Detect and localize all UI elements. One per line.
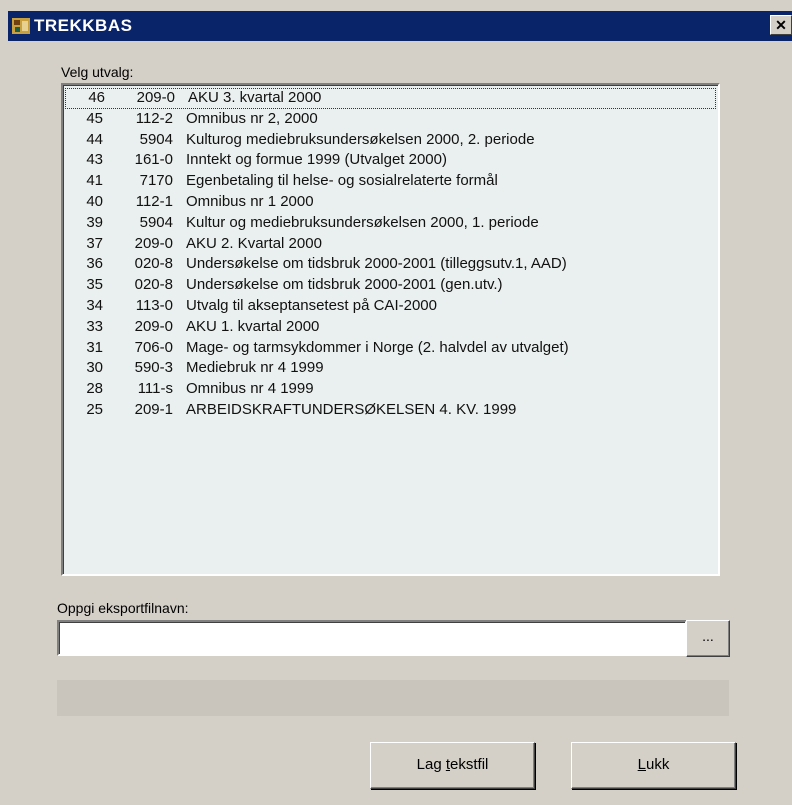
- list-item-desc: AKU 1. kvartal 2000: [186, 317, 320, 335]
- list-item-num: 34: [86, 296, 103, 314]
- list-item-desc: Omnibus nr 4 1999: [186, 380, 314, 398]
- list-item-desc: Inntekt og formue 1999 (Utvalget 2000): [186, 151, 447, 169]
- list-item[interactable]: 36 020-8 Undersøkelse om tidsbruk 2000-200…: [63, 254, 718, 275]
- list-item-desc: Mage- og tarmsykdommer i Norge (2. halvd…: [186, 338, 569, 356]
- list-item-desc: Utvalg til akseptansetest på CAI-2000: [186, 296, 437, 314]
- list-item[interactable]: 28 111-s Omnibus nr 4 1999: [63, 379, 718, 400]
- list-item[interactable]: 39 5904 Kultur og mediebruksundersøkelsen …: [63, 213, 718, 234]
- list-item-code: 161-0: [134, 151, 173, 169]
- list-item-num: 28: [86, 380, 103, 398]
- list-item-desc: Omnibus nr 2, 2000: [186, 109, 318, 127]
- export-label: Oppgi eksportfilnavn:: [57, 600, 189, 616]
- list-item[interactable]: 45 112-2 Omnibus nr 2, 2000: [63, 109, 718, 130]
- list-item[interactable]: 44 5904 Kulturog mediebruksundersøkelsen 2…: [63, 130, 718, 151]
- list-item-num: 36: [86, 255, 103, 273]
- list-item[interactable]: 46 209-0 AKU 3. kvartal 2000: [65, 88, 716, 109]
- list-item-code: 113-0: [135, 296, 173, 314]
- list-item-num: 45: [86, 109, 103, 127]
- list-item[interactable]: 33 209-0 AKU 1. kvartal 2000: [63, 317, 718, 338]
- close-button-label: Lukk: [637, 756, 670, 773]
- list-item-code: 020-8: [134, 276, 173, 294]
- list-item-code: 112-2: [135, 109, 173, 127]
- list-label: Velg utvalg:: [61, 64, 134, 80]
- list-item[interactable]: 34 113-0 Utvalg til akseptansetest på CAI-…: [63, 296, 718, 317]
- list-item[interactable]: 35 020-8 Undersøkelse om tidsbruk 2000-200…: [63, 275, 718, 296]
- list-items: 46 209-0 AKU 3. kvartal 2000 45 112-2 Omnibus…: [63, 85, 718, 421]
- list-item-num: 35: [86, 276, 103, 294]
- list-item-desc: Egenbetaling til helse- og sosialrelater…: [186, 172, 498, 190]
- list-item[interactable]: 31 706-0 Mage- og tarmsykdommer i Norge (2…: [63, 338, 718, 359]
- list-item-code: 209-0: [136, 89, 175, 106]
- list-item-code: 112-1: [135, 192, 173, 210]
- list-item-code: 7170: [139, 172, 173, 190]
- make-text-file-button[interactable]: Lag tekstfil: [370, 742, 535, 789]
- browse-button[interactable]: ...: [686, 620, 730, 657]
- list-item-desc: Undersøkelse om tidsbruk 2000-2001 (till…: [186, 255, 567, 273]
- make-text-file-label: Lag tekstfil: [416, 756, 489, 773]
- list-item-desc: AKU 3. kvartal 2000: [188, 89, 322, 106]
- list-item-code: 209-1: [134, 400, 173, 418]
- close-button[interactable]: Lukk: [571, 742, 736, 789]
- list-item-desc: Kulturog mediebruksundersøkelsen 2000, 2…: [186, 130, 535, 148]
- list-item[interactable]: 40 112-1 Omnibus nr 1 2000: [63, 192, 718, 213]
- trekkbas-window: TREKKBAS ✕ Velg utvalg: 46 209-0 AKU 3. kv…: [0, 0, 792, 805]
- window-title: TREKKBAS: [34, 16, 133, 35]
- list-item[interactable]: 30 590-3 Mediebruk nr 4 1999: [63, 358, 718, 379]
- app-icon: [12, 18, 30, 34]
- title-bar[interactable]: TREKKBAS ✕: [8, 11, 792, 41]
- export-filename-input[interactable]: [57, 620, 687, 656]
- list-item-code: 5904: [139, 130, 173, 148]
- list-item-code: 111-s: [137, 380, 173, 398]
- list-item[interactable]: 25 209-1 ARBEIDSKRAFTUNDERSØKELSEN 4. KV. …: [63, 400, 718, 421]
- list-item-num: 30: [86, 359, 103, 377]
- list-item-desc: ARBEIDSKRAFTUNDERSØKELSEN 4. KV. 1999: [186, 400, 517, 418]
- progress-bar: [57, 680, 729, 716]
- list-item-code: 209-0: [134, 317, 173, 335]
- list-item-num: 41: [86, 172, 103, 190]
- list-item[interactable]: 41 7170 Egenbetaling til helse- og sosialr…: [63, 171, 718, 192]
- list-item-num: 46: [88, 89, 105, 106]
- list-item-code: 5904: [139, 213, 173, 231]
- list-item-desc: Mediebruk nr 4 1999: [186, 359, 324, 377]
- list-item-num: 44: [86, 130, 103, 148]
- list-item-desc: Omnibus nr 1 2000: [186, 192, 314, 210]
- list-item-num: 40: [86, 192, 103, 210]
- close-icon[interactable]: ✕: [770, 15, 792, 35]
- list-item-desc: Kultur og mediebruksundersøkelsen 2000, …: [186, 213, 539, 231]
- list-item-num: 37: [86, 234, 103, 252]
- list-item-num: 43: [86, 151, 103, 169]
- list-item[interactable]: 43 161-0 Inntekt og formue 1999 (Utvalget …: [63, 150, 718, 171]
- list-item-num: 39: [86, 213, 103, 231]
- list-item-code: 706-0: [134, 338, 173, 356]
- list-item-desc: AKU 2. Kvartal 2000: [186, 234, 322, 252]
- sample-listbox[interactable]: 46 209-0 AKU 3. kvartal 2000 45 112-2 Omnibus…: [61, 83, 720, 576]
- list-item-desc: Undersøkelse om tidsbruk 2000-2001 (gen.…: [186, 276, 503, 294]
- list-item-num: 31: [86, 338, 103, 356]
- list-item-code: 590-3: [134, 359, 173, 377]
- list-item-num: 25: [86, 400, 103, 418]
- list-item-code: 209-0: [134, 234, 173, 252]
- list-item-num: 33: [86, 317, 103, 335]
- list-item[interactable]: 37 209-0 AKU 2. Kvartal 2000: [63, 234, 718, 255]
- list-item-code: 020-8: [134, 255, 173, 273]
